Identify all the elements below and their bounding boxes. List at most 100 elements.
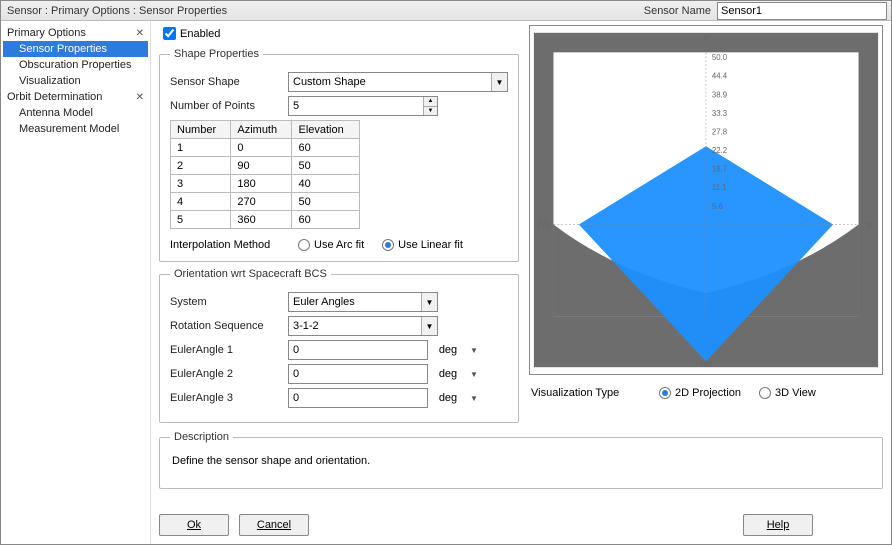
interp-linear-radio[interactable]: Use Linear fit: [382, 239, 463, 251]
system-label: System: [170, 296, 280, 308]
dialog-buttons: Ok Cancel Help: [159, 510, 883, 536]
table-cell[interactable]: 50: [292, 193, 360, 211]
unit-dropdown-icon[interactable]: ▼: [468, 370, 480, 379]
enabled-checkbox[interactable]: [163, 27, 176, 40]
table-cell[interactable]: 0: [231, 139, 292, 157]
spin-up-icon[interactable]: ▲: [423, 97, 437, 107]
unit-dropdown-icon[interactable]: ▼: [468, 346, 480, 355]
tree-item-measurement-model[interactable]: Measurement Model: [3, 121, 148, 137]
euler-angle-3-input[interactable]: [288, 388, 428, 408]
shape-legend: Shape Properties: [170, 48, 263, 60]
num-points-label: Number of Points: [170, 100, 280, 112]
table-row[interactable]: 536060: [171, 211, 360, 229]
rot-seq-label: Rotation Sequence: [170, 320, 280, 332]
ring-tick: 33.3: [712, 109, 727, 118]
shape-properties-group: Shape Properties Sensor Shape ▼ Number o…: [159, 48, 519, 262]
breadcrumb: Sensor : Primary Options : Sensor Proper…: [1, 3, 638, 19]
tree-item-visualization[interactable]: Visualization: [3, 73, 148, 89]
ring-tick: 27.8: [712, 127, 727, 136]
collapse-icon: ✕: [136, 92, 144, 103]
ring-tick: 11.1: [712, 183, 727, 192]
ring-tick: 38.9: [712, 90, 727, 99]
radio-label: 2D Projection: [675, 387, 741, 399]
description-text: Define the sensor shape and orientation.: [170, 451, 872, 471]
dropdown-icon[interactable]: ▼: [421, 293, 437, 311]
table-cell[interactable]: 5: [171, 211, 231, 229]
sensor-shape-select[interactable]: ▼: [288, 72, 508, 92]
table-cell[interactable]: 360: [231, 211, 292, 229]
table-row[interactable]: 29050: [171, 157, 360, 175]
num-points-spinner[interactable]: ▲▼: [288, 96, 438, 116]
rot-seq-value[interactable]: [288, 316, 438, 336]
orientation-legend: Orientation wrt Spacecraft BCS: [170, 268, 331, 280]
sensor-name-label: Sensor Name: [638, 3, 717, 19]
tree-group-primary-options[interactable]: Primary Options ✕: [3, 25, 148, 41]
num-points-input[interactable]: [288, 96, 438, 116]
tree-group-label: Orbit Determination: [7, 91, 102, 103]
radio-label: Use Arc fit: [314, 239, 364, 251]
table-row[interactable]: 1060: [171, 139, 360, 157]
euler-angle-1-input[interactable]: [288, 340, 428, 360]
axis-left-label: 270: [537, 220, 551, 229]
ring-tick: 16.7: [712, 165, 727, 174]
table-cell[interactable]: 180: [231, 175, 292, 193]
table-cell[interactable]: 90: [231, 157, 292, 175]
euler-angle-1-label: EulerAngle 1: [170, 344, 280, 356]
viz-2d-radio[interactable]: 2D Projection: [659, 387, 741, 399]
table-row[interactable]: 427050: [171, 193, 360, 211]
enabled-label: Enabled: [180, 28, 220, 40]
interp-method-label: Interpolation Method: [170, 239, 280, 251]
ring-tick: 44.4: [712, 72, 728, 81]
system-select[interactable]: ▼: [288, 292, 438, 312]
help-button[interactable]: Help: [743, 514, 813, 536]
euler-angle-3-label: EulerAngle 3: [170, 392, 280, 404]
table-cell[interactable]: 4: [171, 193, 231, 211]
unit-dropdown-icon[interactable]: ▼: [468, 394, 480, 403]
axis-right-label: 90: [866, 220, 875, 229]
table-cell[interactable]: 3: [171, 175, 231, 193]
tree-group-orbit-determination[interactable]: Orbit Determination ✕: [3, 89, 148, 105]
table-header-number: Number: [171, 121, 231, 139]
collapse-icon: ✕: [136, 28, 144, 39]
sensor-name-input[interactable]: [717, 2, 887, 20]
table-header-azimuth: Azimuth: [231, 121, 292, 139]
table-cell[interactable]: 270: [231, 193, 292, 211]
unit-label: deg: [436, 368, 460, 380]
radio-label: 3D View: [775, 387, 816, 399]
table-cell[interactable]: 50: [292, 157, 360, 175]
ring-tick: 50.0: [712, 53, 728, 62]
sensor-shape-value[interactable]: [288, 72, 508, 92]
tree-item-obscuration-properties[interactable]: Obscuration Properties: [3, 57, 148, 73]
tree-item-sensor-properties[interactable]: Sensor Properties: [3, 41, 148, 57]
ok-button[interactable]: Ok: [159, 514, 229, 536]
tree-group-label: Primary Options: [7, 27, 86, 39]
cancel-button[interactable]: Cancel: [239, 514, 309, 536]
table-cell[interactable]: 60: [292, 211, 360, 229]
system-value[interactable]: [288, 292, 438, 312]
axis-bottom-label: 180: [699, 360, 713, 369]
main-panel: Enabled Shape Properties Sensor Shape ▼ …: [151, 21, 891, 544]
viz-2d-projection: 50.044.438.933.327.822.216.711.15.6 0 90…: [529, 25, 883, 375]
table-row[interactable]: 318040: [171, 175, 360, 193]
rot-seq-select[interactable]: ▼: [288, 316, 438, 336]
points-table[interactable]: Number Azimuth Elevation 106029050318040…: [170, 120, 360, 229]
dropdown-icon[interactable]: ▼: [421, 317, 437, 335]
table-cell[interactable]: 40: [292, 175, 360, 193]
interp-arc-radio[interactable]: Use Arc fit: [298, 239, 364, 251]
table-cell[interactable]: 60: [292, 139, 360, 157]
table-cell[interactable]: 2: [171, 157, 231, 175]
euler-angle-2-label: EulerAngle 2: [170, 368, 280, 380]
dropdown-icon[interactable]: ▼: [491, 73, 507, 91]
ring-tick: 22.2: [712, 146, 727, 155]
title-bar: Sensor : Primary Options : Sensor Proper…: [1, 1, 891, 21]
spin-down-icon[interactable]: ▼: [423, 107, 437, 116]
description-legend: Description: [170, 431, 233, 443]
table-header-elevation: Elevation: [292, 121, 360, 139]
euler-angle-2-input[interactable]: [288, 364, 428, 384]
description-group: Description Define the sensor shape and …: [159, 431, 883, 489]
table-cell[interactable]: 1: [171, 139, 231, 157]
orientation-group: Orientation wrt Spacecraft BCS System ▼ …: [159, 268, 519, 423]
tree-item-antenna-model[interactable]: Antenna Model: [3, 105, 148, 121]
viz-3d-radio[interactable]: 3D View: [759, 387, 816, 399]
unit-label: deg: [436, 344, 460, 356]
